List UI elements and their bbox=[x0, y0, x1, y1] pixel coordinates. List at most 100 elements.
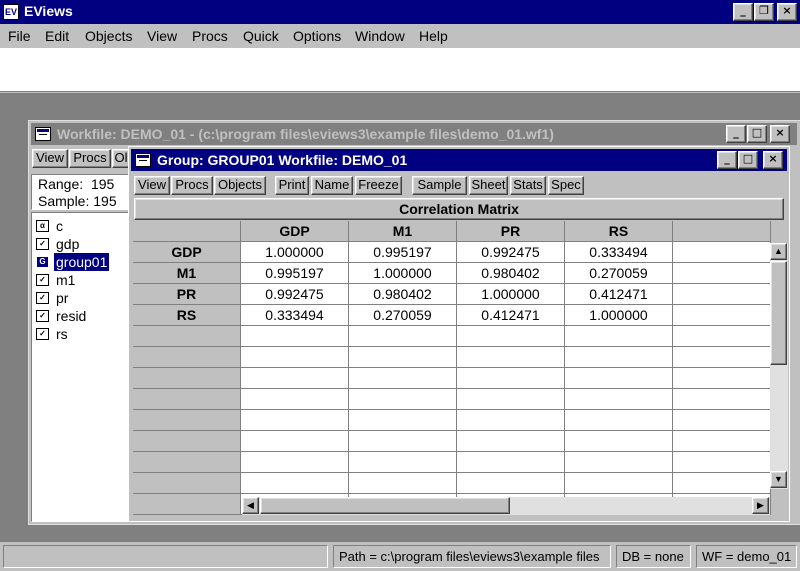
table-cell-empty[interactable] bbox=[457, 389, 565, 410]
close-button[interactable]: × bbox=[777, 3, 797, 21]
column-header[interactable]: PR bbox=[457, 221, 565, 242]
workfile-item-group01[interactable]: Ggroup01 bbox=[36, 253, 132, 271]
group-print-button[interactable]: Print bbox=[275, 176, 309, 195]
table-cell[interactable]: 0.980402 bbox=[349, 284, 457, 305]
table-cell[interactable]: 0.333494 bbox=[565, 242, 673, 263]
table-cell-empty[interactable] bbox=[349, 431, 457, 452]
group-sample-button[interactable]: Sample bbox=[412, 176, 467, 195]
table-cell-empty[interactable] bbox=[673, 431, 771, 452]
table-cell-empty[interactable] bbox=[673, 389, 771, 410]
table-cell[interactable]: 1.000000 bbox=[565, 305, 673, 326]
menu-quick[interactable]: Quick bbox=[243, 28, 279, 44]
table-cell-empty[interactable] bbox=[457, 452, 565, 473]
workfile-item-rs[interactable]: ✓ rs bbox=[36, 325, 132, 343]
workfile-item-c[interactable]: αc bbox=[36, 217, 132, 235]
table-cell-empty[interactable] bbox=[241, 347, 349, 368]
workfile-maximize-button[interactable]: □ bbox=[747, 125, 767, 143]
group-freeze-button[interactable]: Freeze bbox=[355, 176, 402, 195]
table-cell-empty[interactable] bbox=[565, 431, 673, 452]
group-sheet-button[interactable]: Sheet bbox=[469, 176, 508, 195]
column-header[interactable]: GDP bbox=[241, 221, 349, 242]
table-cell-empty[interactable] bbox=[349, 473, 457, 494]
menu-file[interactable]: File bbox=[8, 28, 31, 44]
table-cell[interactable]: 0.270059 bbox=[565, 263, 673, 284]
workfile-view-button[interactable]: View bbox=[32, 149, 68, 168]
scroll-right-button[interactable]: ▶ bbox=[752, 497, 769, 514]
group-minimize-button[interactable]: _ bbox=[717, 151, 737, 169]
group-view-button[interactable]: View bbox=[134, 176, 170, 195]
minimize-button[interactable]: _ bbox=[733, 3, 753, 21]
menu-procs[interactable]: Procs bbox=[192, 28, 228, 44]
table-cell-empty[interactable] bbox=[241, 473, 349, 494]
menu-help[interactable]: Help bbox=[419, 28, 448, 44]
table-cell[interactable]: 0.980402 bbox=[457, 263, 565, 284]
table-cell-empty[interactable] bbox=[457, 368, 565, 389]
table-cell-empty[interactable] bbox=[565, 410, 673, 431]
command-window[interactable] bbox=[0, 48, 800, 92]
scroll-up-button[interactable]: ▲ bbox=[770, 243, 787, 260]
table-cell-empty[interactable] bbox=[241, 431, 349, 452]
group-window[interactable]: Group: GROUP01 Workfile: DEMO_01 _ □ × C… bbox=[128, 146, 790, 522]
eviews-app-icon[interactable]: EV bbox=[3, 4, 19, 20]
table-cell-empty[interactable] bbox=[673, 263, 771, 284]
workfile-object-list[interactable]: α c ✓ gdp Ggroup01 ✓ m1 ✓ pr ✓ resid ✓ rs bbox=[31, 212, 131, 522]
table-cell-empty[interactable] bbox=[241, 452, 349, 473]
workfile-item-m1[interactable]: ✓ m1 bbox=[36, 271, 132, 289]
group-objects-button[interactable]: Objects bbox=[214, 176, 266, 195]
table-cell-empty[interactable] bbox=[457, 347, 565, 368]
table-cell-empty[interactable] bbox=[457, 410, 565, 431]
horizontal-scroll-thumb[interactable] bbox=[260, 497, 510, 514]
column-header[interactable]: M1 bbox=[349, 221, 457, 242]
table-cell-empty[interactable] bbox=[565, 326, 673, 347]
table-cell-empty[interactable] bbox=[565, 389, 673, 410]
table-cell[interactable]: 1.000000 bbox=[349, 263, 457, 284]
table-cell-empty[interactable] bbox=[241, 368, 349, 389]
row-header[interactable]: GDP bbox=[133, 242, 241, 263]
table-cell-empty[interactable] bbox=[673, 473, 771, 494]
table-cell-empty[interactable] bbox=[565, 368, 673, 389]
group-procs-button[interactable]: Procs bbox=[171, 176, 213, 195]
table-cell-empty[interactable] bbox=[565, 347, 673, 368]
table-cell-empty[interactable] bbox=[673, 242, 771, 263]
workfile-minimize-button[interactable]: _ bbox=[726, 125, 746, 143]
table-cell[interactable]: 0.992475 bbox=[241, 284, 349, 305]
group-name-button[interactable]: Name bbox=[311, 176, 353, 195]
table-cell-empty[interactable] bbox=[241, 389, 349, 410]
table-cell-empty[interactable] bbox=[565, 452, 673, 473]
table-cell-empty[interactable] bbox=[673, 368, 771, 389]
table-cell[interactable]: 0.333494 bbox=[241, 305, 349, 326]
table-cell-empty[interactable] bbox=[673, 452, 771, 473]
table-cell-empty[interactable] bbox=[673, 410, 771, 431]
table-cell[interactable]: 1.000000 bbox=[457, 284, 565, 305]
table-cell-empty[interactable] bbox=[565, 473, 673, 494]
menu-view[interactable]: View bbox=[147, 28, 177, 44]
table-cell-empty[interactable] bbox=[673, 305, 771, 326]
table-cell-empty[interactable] bbox=[673, 347, 771, 368]
table-cell[interactable]: 0.412471 bbox=[457, 305, 565, 326]
group-close-button[interactable]: × bbox=[763, 151, 783, 169]
menu-objects[interactable]: Objects bbox=[85, 28, 132, 44]
table-cell[interactable]: 0.270059 bbox=[349, 305, 457, 326]
table-cell-empty[interactable] bbox=[673, 284, 771, 305]
workfile-close-button[interactable]: × bbox=[770, 125, 790, 143]
group-maximize-button[interactable]: □ bbox=[738, 151, 758, 169]
horizontal-scrollbar[interactable]: ◀ ▶ bbox=[242, 497, 770, 515]
column-header[interactable]: RS bbox=[565, 221, 673, 242]
table-cell-empty[interactable] bbox=[349, 452, 457, 473]
scroll-down-button[interactable]: ▼ bbox=[770, 471, 787, 488]
table-cell-empty[interactable] bbox=[349, 326, 457, 347]
table-cell-empty[interactable] bbox=[457, 431, 565, 452]
menu-options[interactable]: Options bbox=[293, 28, 341, 44]
table-cell[interactable]: 0.995197 bbox=[349, 242, 457, 263]
table-cell-empty[interactable] bbox=[349, 389, 457, 410]
table-cell-empty[interactable] bbox=[349, 410, 457, 431]
table-cell-empty[interactable] bbox=[673, 326, 771, 347]
table-cell-empty[interactable] bbox=[241, 326, 349, 347]
scroll-left-button[interactable]: ◀ bbox=[242, 497, 259, 514]
table-cell-empty[interactable] bbox=[457, 326, 565, 347]
correlation-grid[interactable]: GDP M1 PR RS GDP 1.000000 0.995197 0.992475 0.33… bbox=[133, 221, 771, 517]
restore-button[interactable]: ❐ bbox=[754, 3, 774, 21]
workfile-item-resid[interactable]: ✓ resid bbox=[36, 307, 132, 325]
vertical-scrollbar[interactable]: ▲ ▼ bbox=[770, 243, 788, 489]
table-cell[interactable]: 0.412471 bbox=[565, 284, 673, 305]
